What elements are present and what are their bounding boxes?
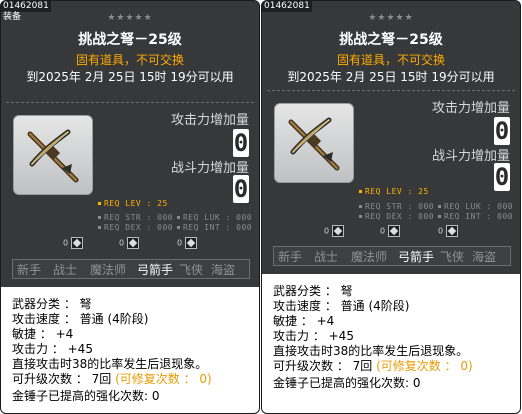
- item-title: 挑战之弩－25级: [339, 32, 443, 48]
- item-title: 挑战之弩－25级: [78, 32, 182, 48]
- job-beginner: 新手: [278, 250, 303, 264]
- attack-increase-value: 0: [494, 117, 510, 145]
- untradable-note: 固有道具，不可交换: [75, 53, 184, 67]
- crossbow-icon: [27, 129, 79, 183]
- job-requirement-bar: 新手 战士 魔法师 弓箭手 飞侠 海盗: [12, 259, 250, 279]
- req-str-row: REQ STR : 000: [98, 213, 173, 222]
- req-int-row: REQ INT : 000: [177, 223, 252, 232]
- star-rating: ★★★★★: [368, 13, 414, 23]
- combat-increase-label: 战斗力增加量: [431, 149, 510, 164]
- req-dex-row: REQ DEX : 000: [98, 223, 173, 232]
- repair-count: (可修复次数 ： 0): [115, 372, 212, 386]
- upgrade-slots: 可升级次数 ： 7回 (可修复次数 ： 0): [273, 359, 473, 373]
- divider: [6, 102, 254, 103]
- req-lev-row: REQ LEV : 25: [359, 187, 429, 196]
- job-bowman: 弓箭手: [398, 250, 435, 264]
- job-warrior: 战士: [53, 263, 78, 277]
- item-tooltip-right: 01462081 ★★★★★ 挑战之弩－25级 固有道具，不可交换 到2025年…: [261, 0, 521, 414]
- element-icon: [332, 225, 345, 237]
- element-icon: [388, 225, 401, 237]
- job-magician: 魔法师: [351, 250, 388, 264]
- element-slot: 0: [63, 237, 84, 249]
- req-dex-row: REQ DEX : 000: [359, 212, 434, 221]
- item-icon-frame: [13, 115, 93, 195]
- job-magician: 魔法师: [90, 263, 127, 277]
- job-bowman: 弓箭手: [137, 263, 174, 277]
- upgrade-slots: 可升级次数 ： 7回 (可修复次数 ： 0): [12, 372, 212, 386]
- job-requirement-bar: 新手 战士 魔法师 弓箭手 飞侠 海盗: [273, 246, 511, 266]
- item-id-tag: 01462081: [262, 1, 312, 12]
- element-slot: 0: [324, 225, 345, 237]
- repair-count: (可修复次数 ： 0): [376, 359, 473, 373]
- job-thief: 飞侠: [440, 250, 465, 264]
- star-rating: ★★★★★: [107, 13, 153, 23]
- expiry-date: 到2025年 2月 25日 15时 19分可以用: [26, 70, 234, 84]
- golden-hammer-count: 金锤子已提高的强化次数: 0: [273, 376, 421, 390]
- job-pirate: 海盗: [211, 263, 236, 277]
- divider: [267, 90, 515, 91]
- item-id-tag: 01462081: [1, 1, 51, 12]
- attack-increase-label: 攻击力增加量: [170, 113, 249, 128]
- element-icon: [127, 237, 140, 249]
- req-str-row: REQ STR : 000: [359, 202, 434, 211]
- crossbow-icon: [288, 117, 340, 171]
- element-row: 0 0 0: [1, 237, 259, 253]
- element-slot: 0: [177, 237, 198, 249]
- element-icon: [71, 237, 84, 249]
- combat-increase-label: 战斗力增加量: [170, 161, 249, 176]
- req-luk-row: REQ LUK : 000: [177, 213, 252, 222]
- job-beginner: 新手: [17, 263, 42, 277]
- element-slot: 0: [119, 237, 140, 249]
- element-icon: [185, 237, 198, 249]
- golden-hammer-count: 金锤子已提高的强化次数: 0: [12, 389, 160, 403]
- item-info-panel: 武器分类 ： 弩 攻击速度 ： 普通 (4阶段) 敏捷 ： +4 攻击力 ： +…: [262, 274, 520, 413]
- item-tooltip-left: 01462081 装备 ★★★★★ 挑战之弩－25级 固有道具，不可交换 到20…: [0, 0, 260, 414]
- element-slot: 0: [438, 225, 459, 237]
- expiry-date: 到2025年 2月 25日 15时 19分可以用: [287, 70, 495, 84]
- element-slot: 0: [380, 225, 401, 237]
- combat-increase-value: 0: [494, 163, 510, 191]
- attack-increase-value: 0: [233, 129, 249, 157]
- item-info-panel: 武器分类 ： 弩 攻击速度 ： 普通 (4阶段) 敏捷 ： +4 攻击力 ： +…: [1, 287, 259, 413]
- untradable-note: 固有道具，不可交换: [336, 53, 445, 67]
- req-luk-row: REQ LUK : 000: [438, 202, 513, 211]
- job-pirate: 海盗: [472, 250, 497, 264]
- element-row: 0 0 0: [262, 225, 520, 241]
- combat-increase-value: 0: [233, 175, 249, 203]
- req-lev-row: REQ LEV : 25: [98, 199, 168, 208]
- job-thief: 飞侠: [179, 263, 204, 277]
- req-int-row: REQ INT : 000: [438, 212, 513, 221]
- job-warrior: 战士: [314, 250, 339, 264]
- element-icon: [446, 225, 459, 237]
- item-icon-frame: [274, 103, 354, 183]
- attack-increase-label: 攻击力增加量: [431, 101, 510, 116]
